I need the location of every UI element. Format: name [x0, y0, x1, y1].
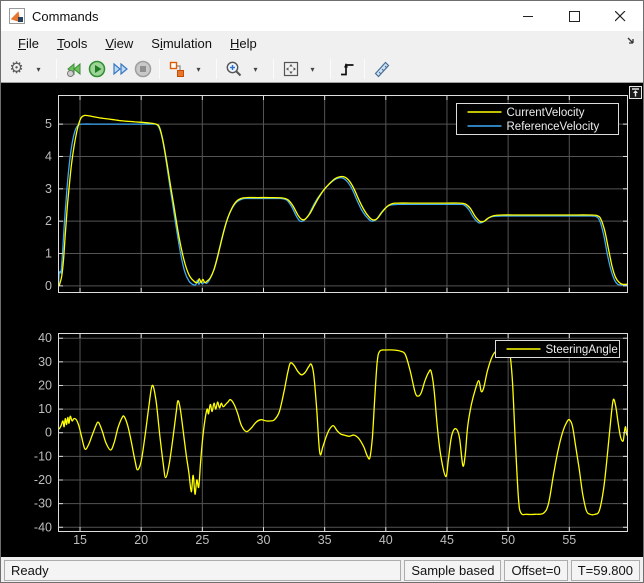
step-forward-button[interactable]: [108, 58, 131, 81]
cursor-measurements-icon: [372, 59, 392, 79]
status-offset: Offset=0: [504, 560, 567, 581]
toolbar-separator: [364, 59, 365, 79]
run-icon: [87, 59, 107, 79]
maximize-button[interactable]: [551, 1, 597, 31]
legend-label: CurrentVelocity: [507, 107, 585, 119]
zoom-magnifier-icon: [224, 59, 244, 79]
toolbar-separator: [159, 59, 160, 79]
zoom-button[interactable]: [222, 58, 245, 81]
legend-label: ReferenceVelocity: [507, 121, 600, 133]
layout-blocks-icon: [167, 59, 187, 79]
scope-canvas[interactable]: 012345CurrentVelocityReferenceVelocity-4…: [1, 83, 643, 557]
step-forward-icon: [110, 59, 130, 79]
x-tick-label: 35: [318, 533, 332, 547]
y-tick-label: -10: [34, 449, 52, 463]
settings-gear-icon: ⚙: [9, 61, 23, 77]
x-tick-label: 50: [501, 533, 515, 547]
window-title: Commands: [32, 9, 98, 24]
x-tick-label: 15: [73, 533, 87, 547]
legend: SteeringAngle: [496, 341, 620, 358]
status-sim-time: T=59.800: [571, 560, 640, 581]
x-tick-label: 30: [257, 533, 271, 547]
close-button[interactable]: [597, 1, 643, 31]
toolbar: ⚙ ▾: [1, 56, 643, 83]
status-bar: Ready Sample based Offset=0 T=59.800: [1, 557, 643, 583]
dropdown-caret-icon: ▾: [196, 65, 200, 74]
dropdown-caret-icon: ▾: [36, 65, 40, 74]
x-tick-label: 25: [195, 533, 209, 547]
menu-item-tools[interactable]: Tools: [48, 33, 96, 54]
minimize-icon: [523, 11, 534, 22]
toolbar-separator: [273, 59, 274, 79]
layout-dropdown[interactable]: ▾: [188, 58, 211, 81]
y-tick-label: 3: [45, 182, 52, 196]
legend-label: SteeringAngle: [546, 344, 618, 356]
toolbar-separator: [216, 59, 217, 79]
plot-0: 0 1 2 3 4 5 CurrentVelocity ReferenceVelocity: [45, 95, 628, 293]
menu-bar: FileToolsViewSimulationHelp: [1, 31, 643, 56]
measurements-button[interactable]: [370, 58, 393, 81]
stop-button[interactable]: [131, 58, 154, 81]
status-message: Ready: [4, 560, 401, 581]
dropdown-caret-icon: ▾: [253, 65, 257, 74]
y-tick-label: -40: [34, 520, 52, 534]
settings-dropdown[interactable]: ▾: [28, 58, 51, 81]
y-tick-label: 40: [38, 331, 52, 345]
legend: CurrentVelocity ReferenceVelocity: [457, 104, 619, 135]
layout-button[interactable]: [165, 58, 188, 81]
y-tick-label: -30: [34, 497, 52, 511]
fit-to-view-button[interactable]: [279, 58, 302, 81]
fit-to-view-icon: [281, 59, 301, 79]
title-bar: Commands: [1, 1, 643, 31]
y-tick-label: 1: [45, 247, 52, 261]
y-tick-label: 20: [38, 378, 52, 392]
step-back-button[interactable]: [62, 58, 85, 81]
close-icon: [615, 11, 626, 22]
minimize-button[interactable]: [505, 1, 551, 31]
settings-button[interactable]: ⚙: [5, 58, 28, 81]
dock-icon[interactable]: [625, 35, 637, 50]
x-tick-label: 55: [562, 533, 576, 547]
y-tick-label: -20: [34, 473, 52, 487]
y-tick-label: 30: [38, 355, 52, 369]
scope-window: Commands FileToolsViewSimulationHelp ⚙ ▾: [0, 0, 644, 583]
trigger-icon: [338, 59, 358, 79]
stop-icon: [133, 59, 153, 79]
dropdown-caret-icon: ▾: [310, 65, 314, 74]
y-tick-label: 4: [45, 149, 52, 163]
x-tick-label: 20: [134, 533, 148, 547]
menu-item-help[interactable]: Help: [221, 33, 266, 54]
arrow-up-to-bar-icon: [631, 88, 640, 97]
y-tick-label: 2: [45, 214, 52, 228]
y-tick-label: 0: [45, 279, 52, 293]
menu-item-file[interactable]: File: [9, 33, 48, 54]
menu-item-simulation[interactable]: Simulation: [142, 33, 221, 54]
toolbar-separator: [330, 59, 331, 79]
toolbar-separator: [56, 59, 57, 79]
collapse-toolbar-button[interactable]: [629, 86, 642, 99]
status-sample-mode: Sample based: [404, 560, 501, 581]
trigger-button[interactable]: [336, 58, 359, 81]
menu-item-view[interactable]: View: [96, 33, 142, 54]
y-tick-label: 10: [38, 402, 52, 416]
plot-1: -40 -30 -20 -10 0 10 20 30 40 15 20 25 30 35 40 45 50 55 S…: [34, 331, 628, 547]
maximize-icon: [569, 11, 580, 22]
zoom-dropdown[interactable]: ▾: [245, 58, 268, 81]
x-tick-label: 45: [440, 533, 454, 547]
fit-dropdown[interactable]: ▾: [302, 58, 325, 81]
step-back-icon: [64, 59, 84, 79]
app-icon: [9, 8, 25, 24]
y-tick-label: 5: [45, 117, 52, 131]
scope-plots[interactable]: 012345CurrentVelocityReferenceVelocity-4…: [1, 83, 643, 557]
x-tick-label: 40: [379, 533, 393, 547]
y-tick-label: 0: [45, 426, 52, 440]
run-button[interactable]: [85, 58, 108, 81]
